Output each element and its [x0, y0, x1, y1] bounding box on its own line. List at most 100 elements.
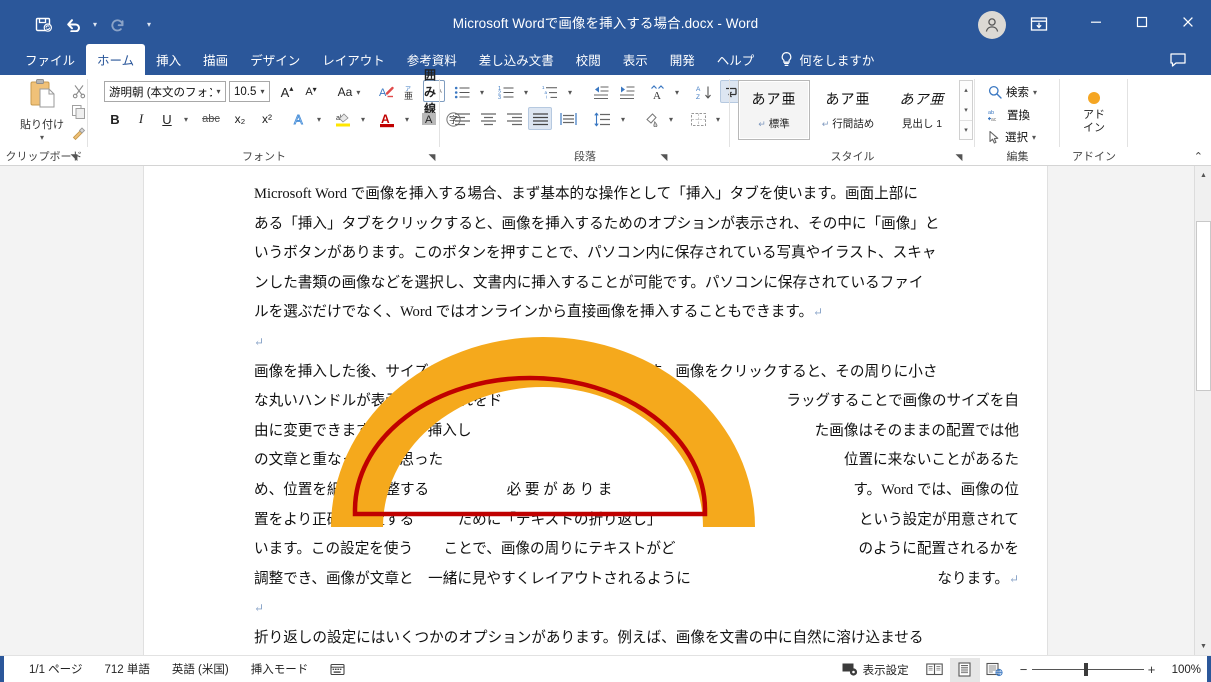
select-button[interactable]: 選択 ▾	[985, 127, 1039, 147]
italic-button[interactable]: I	[130, 108, 152, 130]
minimize-button[interactable]	[1073, 0, 1119, 44]
subscript-button[interactable]: x₂	[228, 108, 252, 130]
numbering-icon[interactable]: 123	[494, 81, 518, 103]
tab-layout[interactable]: レイアウト	[311, 44, 396, 75]
styles-scroll-up-icon[interactable]: ▴	[960, 81, 972, 100]
styles-scroll-down-icon[interactable]: ▾	[960, 101, 972, 120]
line-spacing-icon[interactable]	[590, 108, 614, 130]
style-no-spacing[interactable]: あア亜 ↵ 行間詰め	[812, 80, 884, 140]
find-button[interactable]: 検索 ▾	[985, 82, 1040, 102]
comment-icon[interactable]	[1167, 49, 1189, 71]
highlight-caret-icon[interactable]: ▾	[356, 108, 370, 130]
font-size-combo[interactable]: 10.5 ▾	[229, 81, 270, 102]
font-name-combo[interactable]: 游明朝 (本文のフォン ▾	[104, 81, 226, 102]
phonetic-layout-icon[interactable]: A	[645, 81, 669, 103]
font-color-icon[interactable]: A	[375, 108, 399, 130]
font-dialog-launcher[interactable]: ◥	[426, 151, 438, 163]
superscript-button[interactable]: x²	[255, 108, 279, 130]
zoom-slider[interactable]: − +	[1010, 662, 1166, 677]
tab-developer[interactable]: 開発	[659, 44, 706, 75]
styles-dialog-launcher[interactable]: ◥	[953, 151, 965, 163]
style-normal[interactable]: あア亜 ↵ 標準	[738, 80, 810, 140]
underline-button[interactable]: U	[156, 108, 178, 130]
qat-customize-icon[interactable]: ▾	[142, 13, 156, 35]
zoom-out-button[interactable]: −	[1016, 662, 1032, 677]
paste-button[interactable]: 貼り付け ▾	[14, 78, 70, 142]
tab-help[interactable]: ヘルプ	[706, 44, 766, 75]
word-count-status[interactable]: 712 単語	[93, 658, 160, 680]
justify-icon[interactable]	[528, 107, 552, 130]
tell-me-box[interactable]: 何をしますか	[765, 44, 882, 75]
align-center-icon[interactable]	[476, 108, 500, 130]
zoom-thumb[interactable]	[1083, 663, 1088, 676]
bullets-icon[interactable]	[450, 81, 474, 103]
read-mode-view[interactable]	[920, 658, 950, 682]
tab-insert[interactable]: 挿入	[145, 44, 192, 75]
ribbon-display-options-icon[interactable]	[1026, 13, 1052, 35]
insert-mode-status[interactable]: 挿入モード	[240, 658, 320, 680]
borders-icon[interactable]	[686, 108, 710, 130]
text-effects-caret-icon[interactable]: ▾	[312, 108, 326, 130]
zoom-track[interactable]	[1031, 663, 1144, 677]
proofing-icon[interactable]	[319, 658, 356, 680]
tab-home[interactable]: ホーム	[86, 44, 146, 75]
numbering-caret-icon[interactable]: ▾	[519, 81, 533, 103]
align-left-icon[interactable]	[450, 108, 474, 130]
styles-more-icon[interactable]: ▾	[960, 120, 972, 139]
print-layout-view[interactable]	[949, 657, 980, 682]
bold-button[interactable]: B	[104, 108, 126, 130]
paragraph-dialog-launcher[interactable]: ◥	[658, 151, 670, 163]
strikethrough-button[interactable]: abc	[198, 108, 224, 130]
web-layout-view[interactable]	[980, 658, 1010, 682]
zoom-level-value[interactable]: 100%	[1166, 664, 1211, 676]
find-caret-icon[interactable]: ▾	[1033, 88, 1037, 97]
display-settings-button[interactable]: 表示設定	[831, 659, 920, 681]
grow-font-button[interactable]: A ▴	[276, 81, 298, 103]
character-shading-icon[interactable]: A	[418, 108, 440, 130]
font-size-caret-icon[interactable]: ▾	[256, 87, 269, 96]
sort-icon[interactable]: AZ	[692, 81, 716, 103]
account-avatar[interactable]	[978, 11, 1006, 39]
shading-icon[interactable]	[639, 108, 663, 130]
distribute-icon[interactable]	[556, 107, 580, 130]
tab-file[interactable]: ファイル	[14, 44, 86, 75]
text-highlight-icon[interactable]: ab	[331, 108, 355, 130]
tab-view[interactable]: 表示	[612, 44, 659, 75]
change-case-button[interactable]: Aa ▾	[331, 81, 367, 103]
paste-caret-icon[interactable]: ▾	[40, 134, 44, 142]
zoom-in-button[interactable]: +	[1144, 662, 1160, 677]
font-color-caret-icon[interactable]: ▾	[400, 108, 414, 130]
document-canvas[interactable]: Microsoft Word で画像を挿入する場合、まず基本的な操作として「挿入…	[0, 166, 1211, 655]
styles-gallery-scroll[interactable]: ▴ ▾ ▾	[959, 80, 973, 140]
clear-formatting-icon[interactable]: A	[375, 81, 397, 103]
borders-caret-icon[interactable]: ▾	[711, 108, 725, 130]
redo-icon[interactable]	[102, 12, 132, 36]
page-count-status[interactable]: 1/1 ページ	[18, 658, 93, 680]
decrease-indent-icon[interactable]	[588, 81, 612, 103]
underline-caret-icon[interactable]: ▾	[179, 108, 193, 130]
scroll-up-icon[interactable]: ▲	[1196, 167, 1211, 183]
scroll-down-icon[interactable]: ▼	[1196, 638, 1211, 654]
tab-mailings[interactable]: 差し込み文書	[468, 44, 565, 75]
shrink-font-button[interactable]: A ▾	[300, 81, 322, 103]
tab-draw[interactable]: 描画	[192, 44, 239, 75]
replace-button[interactable]: ab ac 置換	[985, 105, 1033, 125]
language-status[interactable]: 英語 (米国)	[161, 658, 240, 680]
phonetic-guide-icon[interactable]: ア亜	[399, 81, 421, 103]
document-page[interactable]: Microsoft Word で画像を挿入する場合、まず基本的な操作として「挿入…	[144, 166, 1047, 655]
vertical-scrollbar[interactable]: ▲ ▼	[1194, 166, 1211, 655]
tab-design[interactable]: デザイン	[239, 44, 311, 75]
align-right-icon[interactable]	[502, 108, 526, 130]
multilevel-caret-icon[interactable]: ▾	[563, 81, 577, 103]
save-icon[interactable]	[28, 12, 58, 36]
scrollbar-thumb[interactable]	[1196, 221, 1211, 391]
font-name-caret-icon[interactable]: ▾	[212, 87, 225, 96]
line-spacing-caret-icon[interactable]: ▾	[616, 108, 630, 130]
increase-indent-icon[interactable]	[614, 81, 638, 103]
close-button[interactable]	[1165, 0, 1211, 44]
style-heading-1[interactable]: あア亜 見出し 1	[886, 80, 958, 140]
addins-button[interactable]: アド イン	[1074, 87, 1114, 139]
undo-caret-icon[interactable]: ▾	[88, 13, 102, 35]
undo-icon[interactable]	[58, 12, 88, 36]
clipboard-dialog-launcher[interactable]: ◥	[68, 151, 80, 163]
